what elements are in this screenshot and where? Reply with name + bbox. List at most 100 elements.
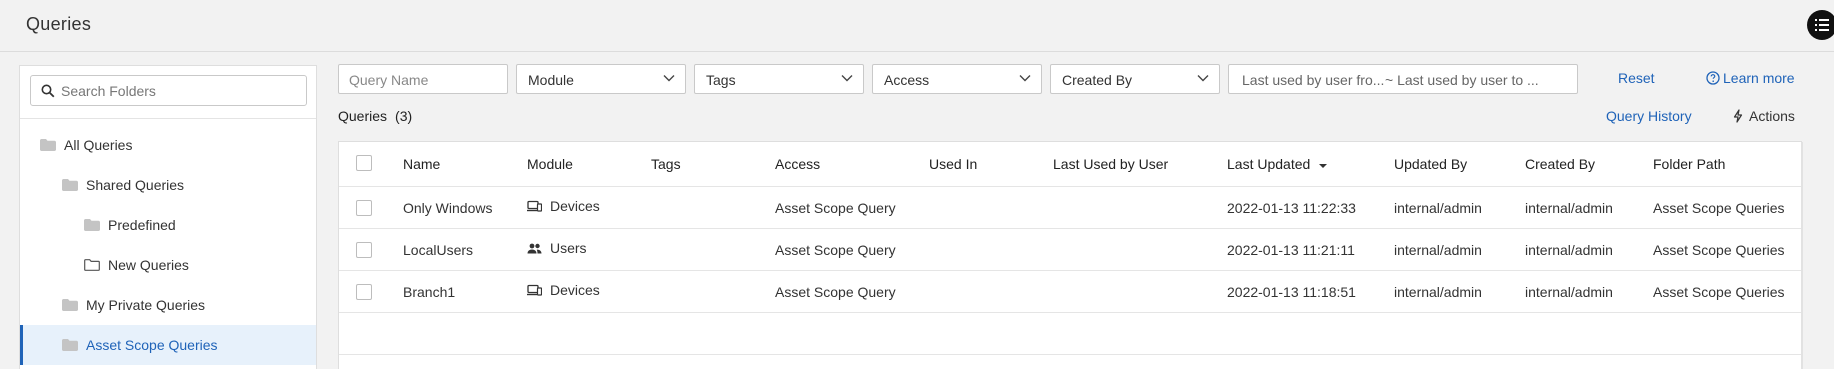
- last-used-to-input[interactable]: ~ Last used by user to ...: [1385, 72, 1539, 88]
- devices-icon: [527, 284, 542, 296]
- row-folder-path: Asset Scope Queries: [1653, 200, 1785, 216]
- last-used-date-range[interactable]: Last used by user fro... ~ Last used by …: [1228, 64, 1578, 94]
- row-folder-path: Asset Scope Queries: [1653, 284, 1785, 300]
- reset-button[interactable]: Reset: [1618, 70, 1655, 86]
- column-header-name[interactable]: Name: [403, 156, 440, 172]
- actions-button[interactable]: Actions: [1732, 108, 1795, 124]
- folder-all-queries[interactable]: All Queries: [20, 125, 316, 165]
- row-created-by: internal/admin: [1525, 200, 1613, 216]
- row-updated-by: internal/admin: [1394, 242, 1482, 258]
- column-header-last-updated-label: Last Updated: [1227, 156, 1311, 172]
- list-menu-button[interactable]: [1807, 10, 1834, 40]
- column-header-folder-path[interactable]: Folder Path: [1653, 156, 1725, 172]
- row-last-updated: 2022-01-13 11:18:51: [1227, 284, 1356, 300]
- row-module-label: Devices: [550, 282, 600, 298]
- tags-dropdown-label: Tags: [706, 72, 736, 88]
- folder-sidebar: All Queries Shared Queries Predefined Ne…: [19, 65, 317, 369]
- queries-title: Queries: [338, 108, 388, 124]
- folder-my-private-queries[interactable]: My Private Queries: [20, 285, 316, 325]
- module-dropdown[interactable]: Module: [516, 64, 686, 94]
- folder-icon: [62, 299, 78, 311]
- queries-count-heading: Queries (3): [338, 108, 412, 124]
- row-last-updated: 2022-01-13 11:21:11: [1227, 242, 1355, 258]
- empty-row: [339, 313, 1801, 355]
- users-icon: [527, 243, 542, 253]
- row-access: Asset Scope Query: [775, 242, 896, 258]
- help-circle-icon: [1706, 71, 1720, 85]
- folder-shared-queries[interactable]: Shared Queries: [20, 165, 316, 205]
- row-checkbox[interactable]: [356, 242, 372, 258]
- row-name[interactable]: Branch1: [403, 284, 455, 300]
- page-title: Queries: [26, 14, 92, 34]
- row-module: Devices: [527, 198, 600, 214]
- tags-dropdown[interactable]: Tags: [694, 64, 864, 94]
- search-folders-input[interactable]: [61, 80, 301, 102]
- folder-predefined[interactable]: Predefined: [20, 205, 316, 245]
- lightning-icon: [1733, 109, 1743, 123]
- folder-label: Predefined: [108, 217, 176, 233]
- learn-more-link[interactable]: Learn more: [1706, 70, 1795, 86]
- column-header-last-used-by-user[interactable]: Last Used by User: [1053, 156, 1168, 172]
- created-by-dropdown[interactable]: Created By: [1050, 64, 1220, 94]
- row-module-label: Users: [550, 240, 587, 256]
- row-access: Asset Scope Query: [775, 284, 896, 300]
- search-icon: [41, 84, 55, 98]
- folder-new-queries[interactable]: New Queries: [20, 245, 316, 285]
- table-row[interactable]: LocalUsers Users Asset Scope Query 2022-…: [339, 229, 1801, 271]
- row-updated-by: internal/admin: [1394, 200, 1482, 216]
- column-header-updated-by[interactable]: Updated By: [1394, 156, 1467, 172]
- folder-label: Asset Scope Queries: [86, 337, 218, 353]
- chevron-down-icon: [841, 75, 853, 82]
- folder-icon: [40, 139, 56, 151]
- folder-icon: [62, 179, 78, 191]
- table-scrollbar[interactable]: [1801, 142, 1803, 369]
- row-folder-path: Asset Scope Queries: [1653, 242, 1785, 258]
- module-dropdown-label: Module: [528, 72, 574, 88]
- sidebar-divider: [20, 118, 316, 119]
- row-checkbox[interactable]: [356, 284, 372, 300]
- folder-label: All Queries: [64, 137, 133, 153]
- devices-icon: [527, 200, 542, 212]
- folder-outline-icon: [84, 259, 100, 271]
- column-header-last-updated[interactable]: Last Updated: [1227, 156, 1328, 172]
- row-module-label: Devices: [550, 198, 600, 214]
- row-module: Devices: [527, 282, 600, 298]
- table-row[interactable]: Branch1 Devices Asset Scope Query 2022-0…: [339, 271, 1801, 313]
- row-access: Asset Scope Query: [775, 200, 896, 216]
- row-updated-by: internal/admin: [1394, 284, 1482, 300]
- column-header-module[interactable]: Module: [527, 156, 573, 172]
- learn-more-label: Learn more: [1723, 70, 1795, 86]
- queries-count: (3): [395, 108, 413, 124]
- last-used-from-input[interactable]: Last used by user fro...: [1242, 72, 1384, 88]
- row-name[interactable]: Only Windows: [403, 200, 492, 216]
- query-history-link[interactable]: Query History: [1606, 108, 1692, 124]
- table-row[interactable]: Only Windows Devices Asset Scope Query 2…: [339, 187, 1801, 229]
- row-last-updated: 2022-01-13 11:22:33: [1227, 200, 1356, 216]
- chevron-down-icon: [1019, 75, 1031, 82]
- column-header-tags[interactable]: Tags: [651, 156, 681, 172]
- created-by-dropdown-label: Created By: [1062, 72, 1133, 88]
- row-created-by: internal/admin: [1525, 284, 1613, 300]
- column-header-access[interactable]: Access: [775, 156, 820, 172]
- folder-label: New Queries: [108, 257, 189, 273]
- chevron-down-icon: [1197, 75, 1209, 82]
- access-dropdown[interactable]: Access: [872, 64, 1042, 94]
- row-module: Users: [527, 240, 587, 256]
- column-header-used-in[interactable]: Used In: [929, 156, 977, 172]
- row-checkbox[interactable]: [356, 200, 372, 216]
- row-created-by: internal/admin: [1525, 242, 1613, 258]
- query-name-input[interactable]: [349, 69, 499, 91]
- query-name-filter[interactable]: [338, 64, 508, 94]
- search-folders-box[interactable]: [30, 75, 307, 106]
- page-header: Queries: [0, 0, 1834, 52]
- folder-asset-scope-queries[interactable]: Asset Scope Queries: [20, 325, 316, 365]
- actions-label: Actions: [1749, 108, 1795, 124]
- sort-descending-icon: [1319, 164, 1328, 168]
- row-name[interactable]: LocalUsers: [403, 242, 473, 258]
- list-icon: [1815, 19, 1829, 31]
- queries-table: Name Module Tags Access Used In Last Use…: [338, 141, 1803, 369]
- folder-label: Shared Queries: [86, 177, 185, 193]
- select-all-checkbox[interactable]: [356, 155, 372, 171]
- column-header-created-by[interactable]: Created By: [1525, 156, 1595, 172]
- folder-icon: [84, 219, 100, 231]
